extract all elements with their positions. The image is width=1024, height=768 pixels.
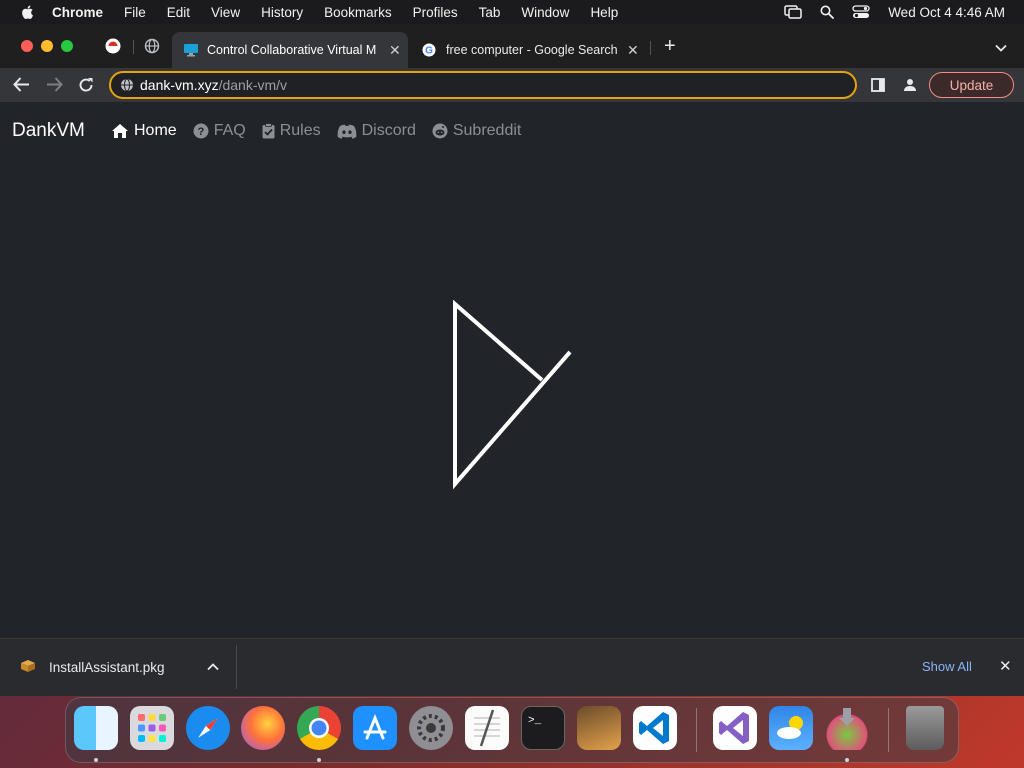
monitor-favicon-icon [184,44,198,57]
nav-home-label: Home [134,122,177,139]
nav-discord[interactable]: Discord [337,122,416,140]
download-options-chevron-up-icon[interactable] [207,663,219,671]
menu-edit[interactable]: Edit [167,5,190,20]
downloads-divider [236,645,237,689]
nav-subreddit-label: Subreddit [452,122,522,139]
garageband-icon[interactable] [577,706,621,750]
terminal-icon[interactable]: >_ [521,706,565,750]
browser-toolbar: dank-vm.xyz/dank-vm/v Update [0,68,1024,102]
weather-icon[interactable] [769,706,813,750]
tab-title: free computer - Google Search [446,43,618,57]
discord-icon [337,124,356,139]
site-brand[interactable]: DankVM [12,120,85,142]
nav-rules-label: Rules [279,122,321,139]
tab-separator [650,41,651,55]
apple-icon[interactable] [20,4,34,20]
profile-avatar-icon[interactable] [902,77,918,93]
tab-google-search[interactable]: G free computer - Google Search ✕ [412,32,648,68]
nav-faq-label: FAQ [213,122,246,139]
nav-rules[interactable]: Rules [262,122,321,140]
launchpad-icon[interactable] [130,706,174,750]
nav-discord-label: Discord [361,122,416,139]
url-host: dank-vm.xyz [140,77,219,93]
pinned-tab-favicon-icon[interactable] [105,38,121,54]
zoom-window-button[interactable] [61,40,73,52]
tab-strip: Control Collaborative Virtual M ✕ G free… [0,24,1024,68]
safari-icon[interactable] [186,706,230,750]
vm-loading-play-icon [453,300,572,490]
side-panel-icon[interactable] [871,78,885,92]
reddit-icon [432,123,448,139]
package-file-icon [21,660,35,672]
back-arrow-icon[interactable] [13,77,30,92]
tab-active[interactable]: Control Collaborative Virtual M ✕ [172,32,408,68]
finder-icon[interactable] [74,706,118,750]
vscode-icon[interactable] [633,706,677,750]
svg-text:>_: >_ [528,715,542,727]
menu-window[interactable]: Window [521,5,569,20]
dock-divider [696,708,697,752]
nav-home[interactable]: Home [111,122,177,140]
close-window-button[interactable] [21,40,33,52]
running-indicator [94,758,98,762]
close-downloads-icon[interactable]: ✕ [999,657,1012,675]
menubar-clock[interactable]: Wed Oct 4 4:46 AM [888,5,1005,20]
menu-history[interactable]: History [261,5,303,20]
download-filename[interactable]: InstallAssistant.pkg [49,660,165,675]
tab-close-icon[interactable]: ✕ [389,42,401,59]
page-content: DankVM Home ? FAQ Rules Discord Subreddi… [0,102,1024,638]
downloads-bar: InstallAssistant.pkg Show All ✕ [0,638,1024,696]
macos-menubar: Chrome File Edit View History Bookmarks … [0,0,1024,24]
svg-text:G: G [425,46,433,57]
show-all-button[interactable]: Show All [922,659,972,674]
control-center-icon[interactable] [852,5,870,19]
new-tab-button[interactable]: + [664,36,676,56]
address-bar[interactable]: dank-vm.xyz/dank-vm/v [109,71,857,99]
update-button[interactable]: Update [929,72,1014,98]
nav-subreddit[interactable]: Subreddit [432,122,522,140]
question-circle-icon: ? [193,123,209,139]
running-indicator [845,758,849,762]
pinned-tab-globe-icon[interactable] [144,38,160,54]
clipboard-check-icon [262,123,275,139]
minimize-window-button[interactable] [41,40,53,52]
trash-icon[interactable] [906,706,944,750]
screen-mirroring-icon[interactable] [784,5,802,19]
macos-dock: >_ [65,697,959,763]
firefox-icon[interactable] [241,706,285,750]
reload-icon[interactable] [78,77,94,93]
menu-view[interactable]: View [211,5,240,20]
textedit-icon[interactable] [465,706,509,750]
menu-profiles[interactable]: Profiles [413,5,458,20]
visual-studio-icon[interactable] [713,706,757,750]
forward-arrow-icon[interactable] [46,77,63,92]
tab-separator [133,40,134,54]
tab-title: Control Collaborative Virtual M [207,43,377,57]
url-path: /dank-vm/v [218,77,288,93]
installer-icon[interactable] [825,706,869,750]
svg-text:?: ? [197,126,204,138]
tab-close-icon[interactable]: ✕ [627,42,639,59]
chrome-icon[interactable] [297,706,341,750]
menu-tab[interactable]: Tab [479,5,501,20]
nav-faq[interactable]: ? FAQ [193,122,246,140]
site-nav: Home ? FAQ Rules Discord Subreddit [111,122,521,140]
google-favicon-icon: G [422,43,436,57]
running-indicator [317,758,321,762]
tab-search-chevron-down-icon[interactable] [995,44,1007,52]
chrome-window: Control Collaborative Virtual M ✕ G free… [0,24,1024,696]
menu-help[interactable]: Help [590,5,618,20]
home-icon [112,124,128,138]
dock-divider [888,708,889,752]
system-preferences-icon[interactable] [409,706,453,750]
site-info-globe-icon[interactable] [120,78,134,92]
spotlight-search-icon[interactable] [820,5,835,19]
menu-file[interactable]: File [124,5,146,20]
app-store-icon[interactable] [353,706,397,750]
menu-bookmarks[interactable]: Bookmarks [324,5,392,20]
menu-app-name[interactable]: Chrome [52,5,103,20]
